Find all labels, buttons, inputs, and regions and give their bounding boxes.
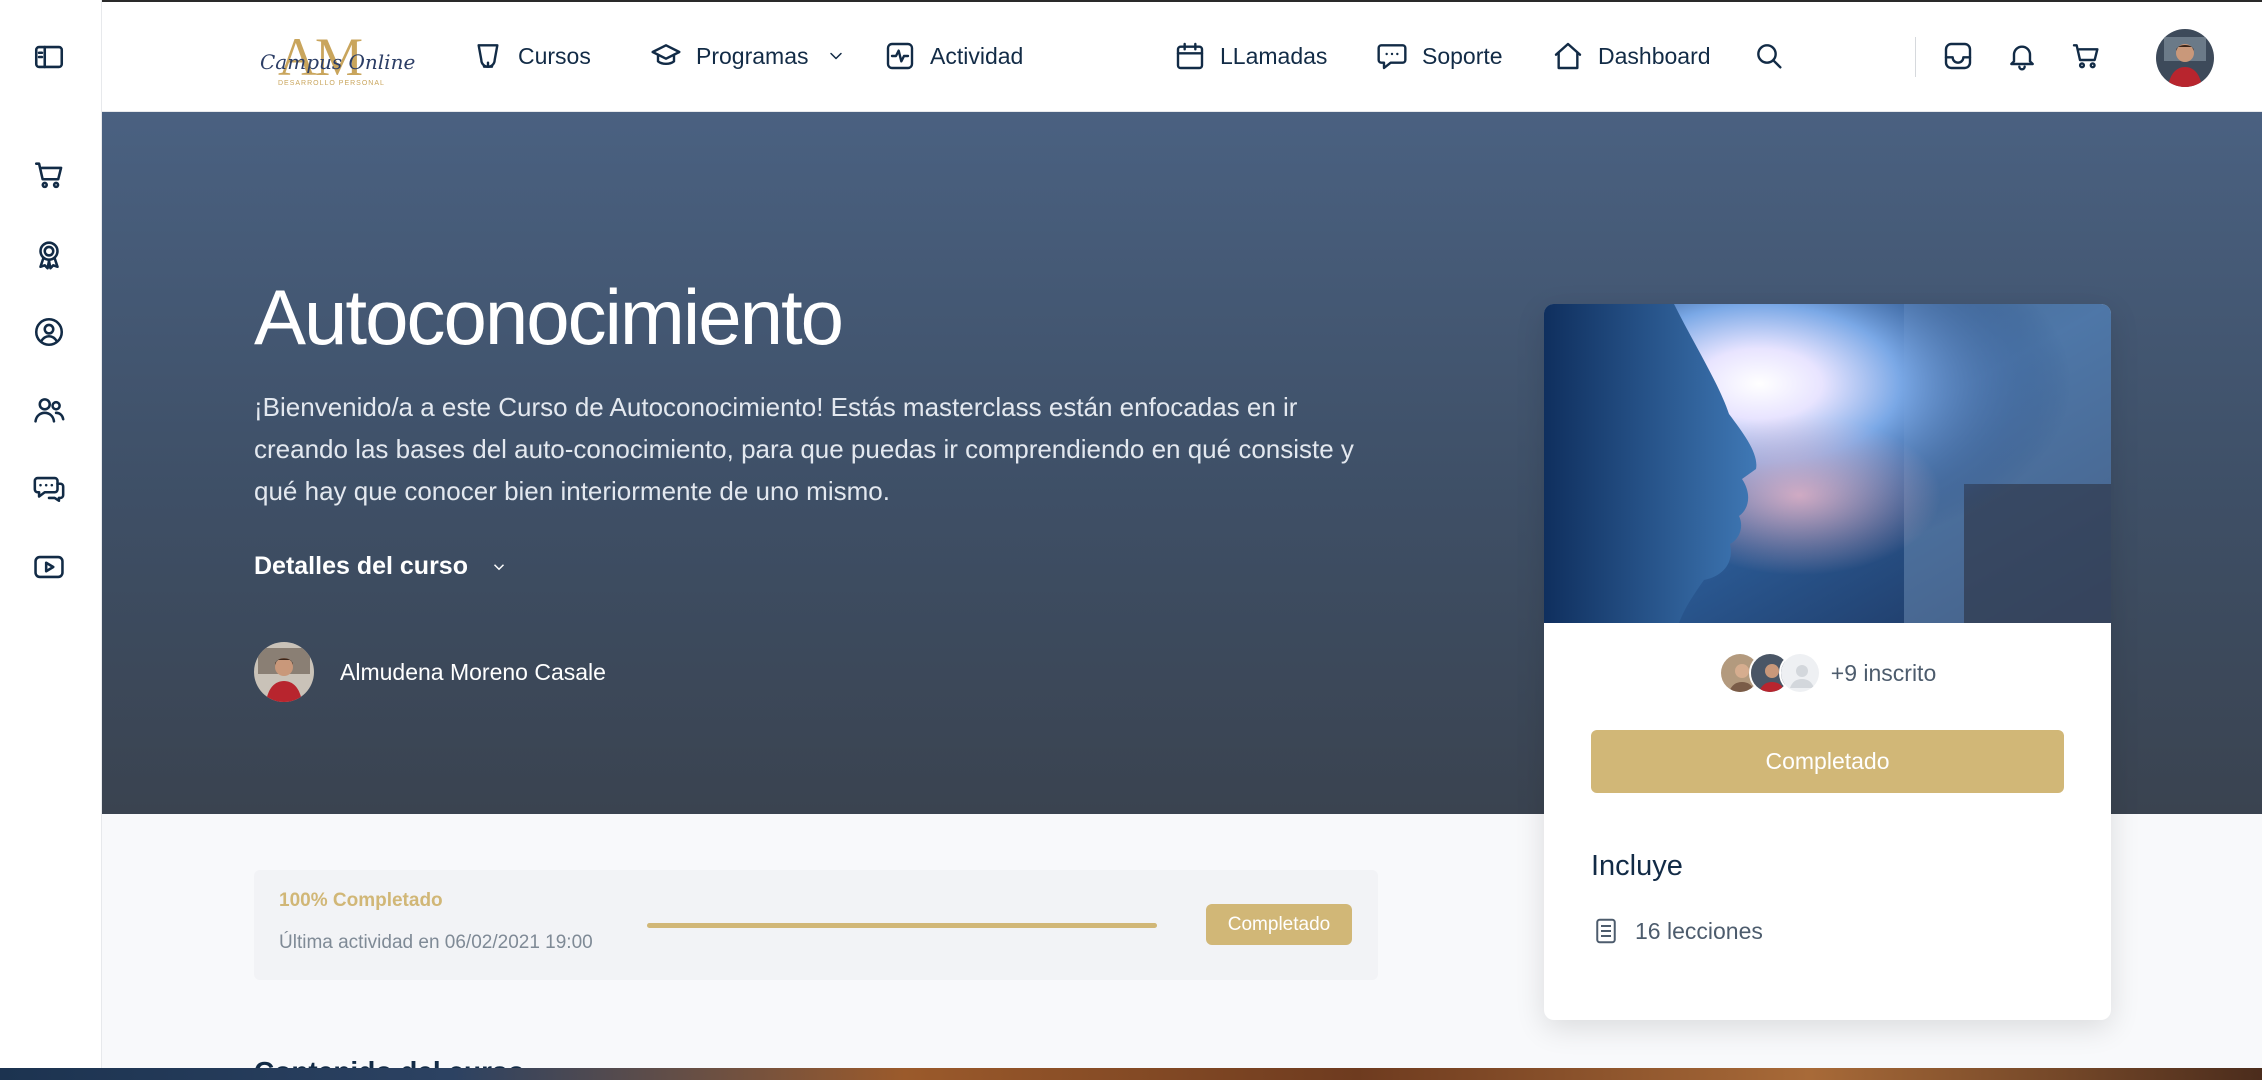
top-header: AM Campus Online DESARROLLO PERSONAL Cur… — [102, 0, 2262, 112]
includes-lessons: 16 lecciones — [1635, 917, 1763, 944]
cart-icon[interactable] — [30, 156, 68, 194]
completed-button[interactable]: Completado — [1591, 730, 2064, 793]
bell-icon[interactable] — [2004, 38, 2040, 74]
desktop-background-strip — [0, 1068, 2262, 1080]
enrolled-members[interactable]: +9 inscrito — [1544, 652, 2111, 694]
page-title: Autoconocimiento — [254, 273, 844, 361]
course-author[interactable]: Almudena Moreno Casale — [254, 642, 606, 702]
progress-bar-fill — [647, 923, 1157, 928]
home-icon — [1554, 42, 1582, 70]
nav-soporte[interactable]: Soporte — [1376, 2, 1503, 110]
nav-label: Programas — [696, 42, 809, 69]
nav-programas[interactable]: Programas — [650, 2, 846, 110]
includes-heading: Incluye — [1591, 850, 1683, 882]
nav-label: Cursos — [518, 42, 591, 69]
nav-label: LLamadas — [1220, 42, 1328, 69]
includes-item: 16 lecciones — [1591, 916, 1763, 946]
enrolled-count: +9 inscrito — [1830, 659, 1937, 686]
graduation-cap-icon — [651, 44, 681, 66]
nav-label: Actividad — [930, 42, 1024, 69]
avatar[interactable] — [2156, 29, 2214, 87]
course-details-toggle[interactable]: Detalles del curso — [254, 552, 508, 581]
member-avatar — [1778, 652, 1821, 694]
last-activity: Última actividad en 06/02/2021 19:00 — [279, 932, 593, 953]
nav-cursos[interactable]: Cursos — [472, 2, 591, 110]
chat-icon — [1377, 44, 1407, 70]
nav-dashboard[interactable]: Dashboard — [1552, 2, 1711, 110]
lesson-icon — [1596, 918, 1616, 944]
sidebar-toggle-icon[interactable] — [30, 38, 68, 76]
course-description: ¡Bienvenido/a a este Curso de Autoconoci… — [254, 392, 1354, 506]
author-avatar — [254, 642, 314, 702]
course-details-label: Detalles del curso — [254, 552, 468, 580]
nav-llamadas[interactable]: LLamadas — [1174, 2, 1327, 110]
logo-script: Campus Online — [260, 50, 416, 74]
progress-bar — [647, 923, 1157, 928]
course-progress: 100% Completado Última actividad en 06/0… — [254, 870, 1378, 980]
members-icon[interactable] — [30, 391, 68, 429]
activity-icon — [886, 42, 914, 70]
course-content-heading: Contenido del curso — [254, 1056, 525, 1068]
header-divider — [1915, 37, 1916, 77]
course-cover-image — [1544, 304, 2111, 623]
calendar-icon — [1176, 42, 1204, 70]
brand-logo[interactable]: AM Campus Online DESARROLLO PERSONAL — [260, 26, 415, 92]
course-card: +9 inscrito Completado Incluye 16 leccio… — [1544, 304, 2111, 1020]
chevron-down-icon — [830, 52, 843, 60]
status-badge: Completado — [1206, 904, 1352, 945]
left-icon-rail — [0, 0, 102, 1068]
chevron-down-icon — [493, 563, 505, 570]
cup-icon — [477, 44, 499, 68]
inbox-icon[interactable] — [1940, 38, 1976, 74]
cart-icon[interactable] — [2068, 38, 2104, 74]
profile-icon[interactable] — [30, 313, 68, 351]
search-icon[interactable] — [1751, 38, 1787, 74]
nav-label: Dashboard — [1598, 42, 1711, 69]
badge-icon[interactable] — [30, 235, 68, 273]
video-icon[interactable] — [30, 548, 68, 586]
nav-actividad[interactable]: Actividad — [884, 2, 1023, 110]
logo-subtitle: DESARROLLO PERSONAL — [278, 80, 385, 87]
forum-icon[interactable] — [30, 469, 68, 507]
progress-percent: 100% Completado — [279, 890, 443, 911]
author-name: Almudena Moreno Casale — [340, 658, 606, 685]
member-avatars — [1718, 652, 1821, 694]
nav-label: Soporte — [1422, 42, 1503, 69]
